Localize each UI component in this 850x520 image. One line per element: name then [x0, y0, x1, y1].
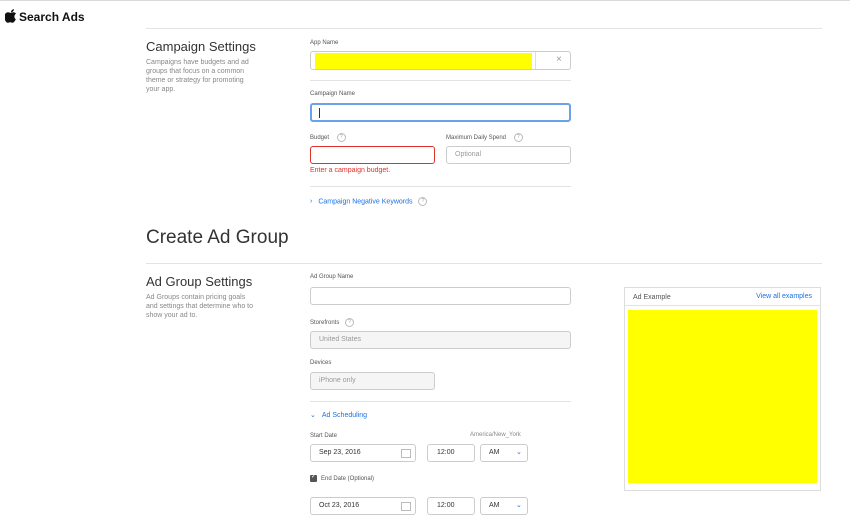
- view-all-examples-link[interactable]: View all examples: [756, 293, 812, 300]
- app-name-field[interactable]: ×: [310, 51, 571, 70]
- end-ampm-select[interactable]: AM ⌄: [480, 497, 528, 515]
- start-ampm-select[interactable]: AM ⌄: [480, 444, 528, 462]
- max-spend-placeholder: Optional: [455, 151, 482, 158]
- start-date-input[interactable]: Sep 23, 2016: [310, 444, 416, 462]
- chevron-right-icon: ›: [310, 198, 313, 206]
- campaign-settings-description: Campaigns have budgets and ad groups tha…: [146, 59, 249, 93]
- field-divider: [535, 52, 536, 69]
- end-date-label: End Date (Optional): [321, 476, 375, 482]
- storefronts-help-icon[interactable]: ?: [345, 318, 355, 327]
- end-time-input[interactable]: 12:00: [427, 497, 475, 515]
- app-title: Search Ads: [19, 10, 85, 24]
- apple-logo-icon: [5, 9, 16, 23]
- checkmark-icon: ✓: [311, 474, 317, 480]
- budget-help-icon[interactable]: ?: [336, 133, 346, 142]
- field-divider: [310, 401, 571, 402]
- budget-label: Budget ?: [310, 133, 346, 142]
- app-name-label: App Name: [310, 40, 339, 46]
- negative-keywords-help-icon[interactable]: ?: [418, 197, 428, 206]
- devices-value: iPhone only: [319, 377, 356, 384]
- start-date-value: Sep 23, 2016: [319, 449, 361, 456]
- campaign-negative-keywords-toggle[interactable]: › Campaign Negative Keywords ?: [310, 197, 428, 206]
- end-date-input[interactable]: Oct 23, 2016: [310, 497, 416, 515]
- ad-group-settings-title: Ad Group Settings: [146, 274, 253, 289]
- storefronts-field[interactable]: United States: [310, 331, 571, 349]
- ad-group-name-label: Ad Group Name: [310, 274, 354, 280]
- end-time-value: 12:00: [437, 502, 455, 509]
- clear-icon[interactable]: ×: [556, 54, 562, 65]
- create-ad-group-heading: Create Ad Group: [146, 227, 289, 248]
- start-time-input[interactable]: 12:00: [427, 444, 475, 462]
- chevron-down-icon: ⌄: [516, 502, 522, 509]
- redacted-ad-preview: [628, 310, 817, 483]
- ad-example-title: Ad Example: [633, 294, 671, 301]
- timezone-label: America/New_York: [470, 432, 521, 438]
- ad-scheduling-toggle[interactable]: ⌄ Ad Scheduling: [310, 411, 367, 419]
- top-divider: [0, 0, 850, 1]
- max-spend-help-icon[interactable]: ?: [513, 133, 523, 142]
- start-time-value: 12:00: [437, 449, 455, 456]
- devices-field[interactable]: iPhone only: [310, 372, 435, 390]
- field-divider: [310, 80, 571, 81]
- end-ampm-value: AM: [489, 502, 500, 509]
- ad-group-name-input[interactable]: [310, 287, 571, 305]
- devices-label: Devices: [310, 360, 332, 366]
- redacted-app-name: [315, 53, 532, 69]
- end-date-value: Oct 23, 2016: [319, 502, 360, 509]
- budget-error-message: Enter a campaign budget.: [310, 167, 391, 174]
- budget-input[interactable]: [310, 146, 435, 164]
- card-divider: [625, 305, 820, 306]
- start-ampm-value: AM: [489, 449, 500, 456]
- max-daily-spend-input[interactable]: Optional: [446, 146, 571, 164]
- ad-example-card: Ad Example View all examples: [624, 287, 821, 491]
- section-divider: [146, 28, 822, 29]
- storefronts-label: Storefronts ?: [310, 318, 355, 327]
- calendar-icon[interactable]: [401, 502, 411, 511]
- text-cursor: [319, 108, 320, 118]
- chevron-down-icon: ⌄: [310, 412, 316, 419]
- chevron-down-icon: ⌄: [516, 449, 522, 456]
- max-daily-spend-label: Maximum Daily Spend ?: [446, 133, 523, 142]
- campaign-name-label: Campaign Name: [310, 91, 356, 97]
- field-divider: [310, 186, 571, 187]
- campaign-settings-title: Campaign Settings: [146, 39, 256, 54]
- end-date-checkbox[interactable]: ✓: [310, 474, 317, 482]
- start-date-label: Start Date: [310, 433, 338, 439]
- ad-group-settings-description: Ad Groups contain pricing goals and sett…: [146, 294, 254, 319]
- calendar-icon[interactable]: [401, 449, 411, 458]
- storefronts-value: United States: [319, 336, 362, 343]
- section-divider: [146, 263, 822, 264]
- campaign-name-input[interactable]: [310, 103, 571, 122]
